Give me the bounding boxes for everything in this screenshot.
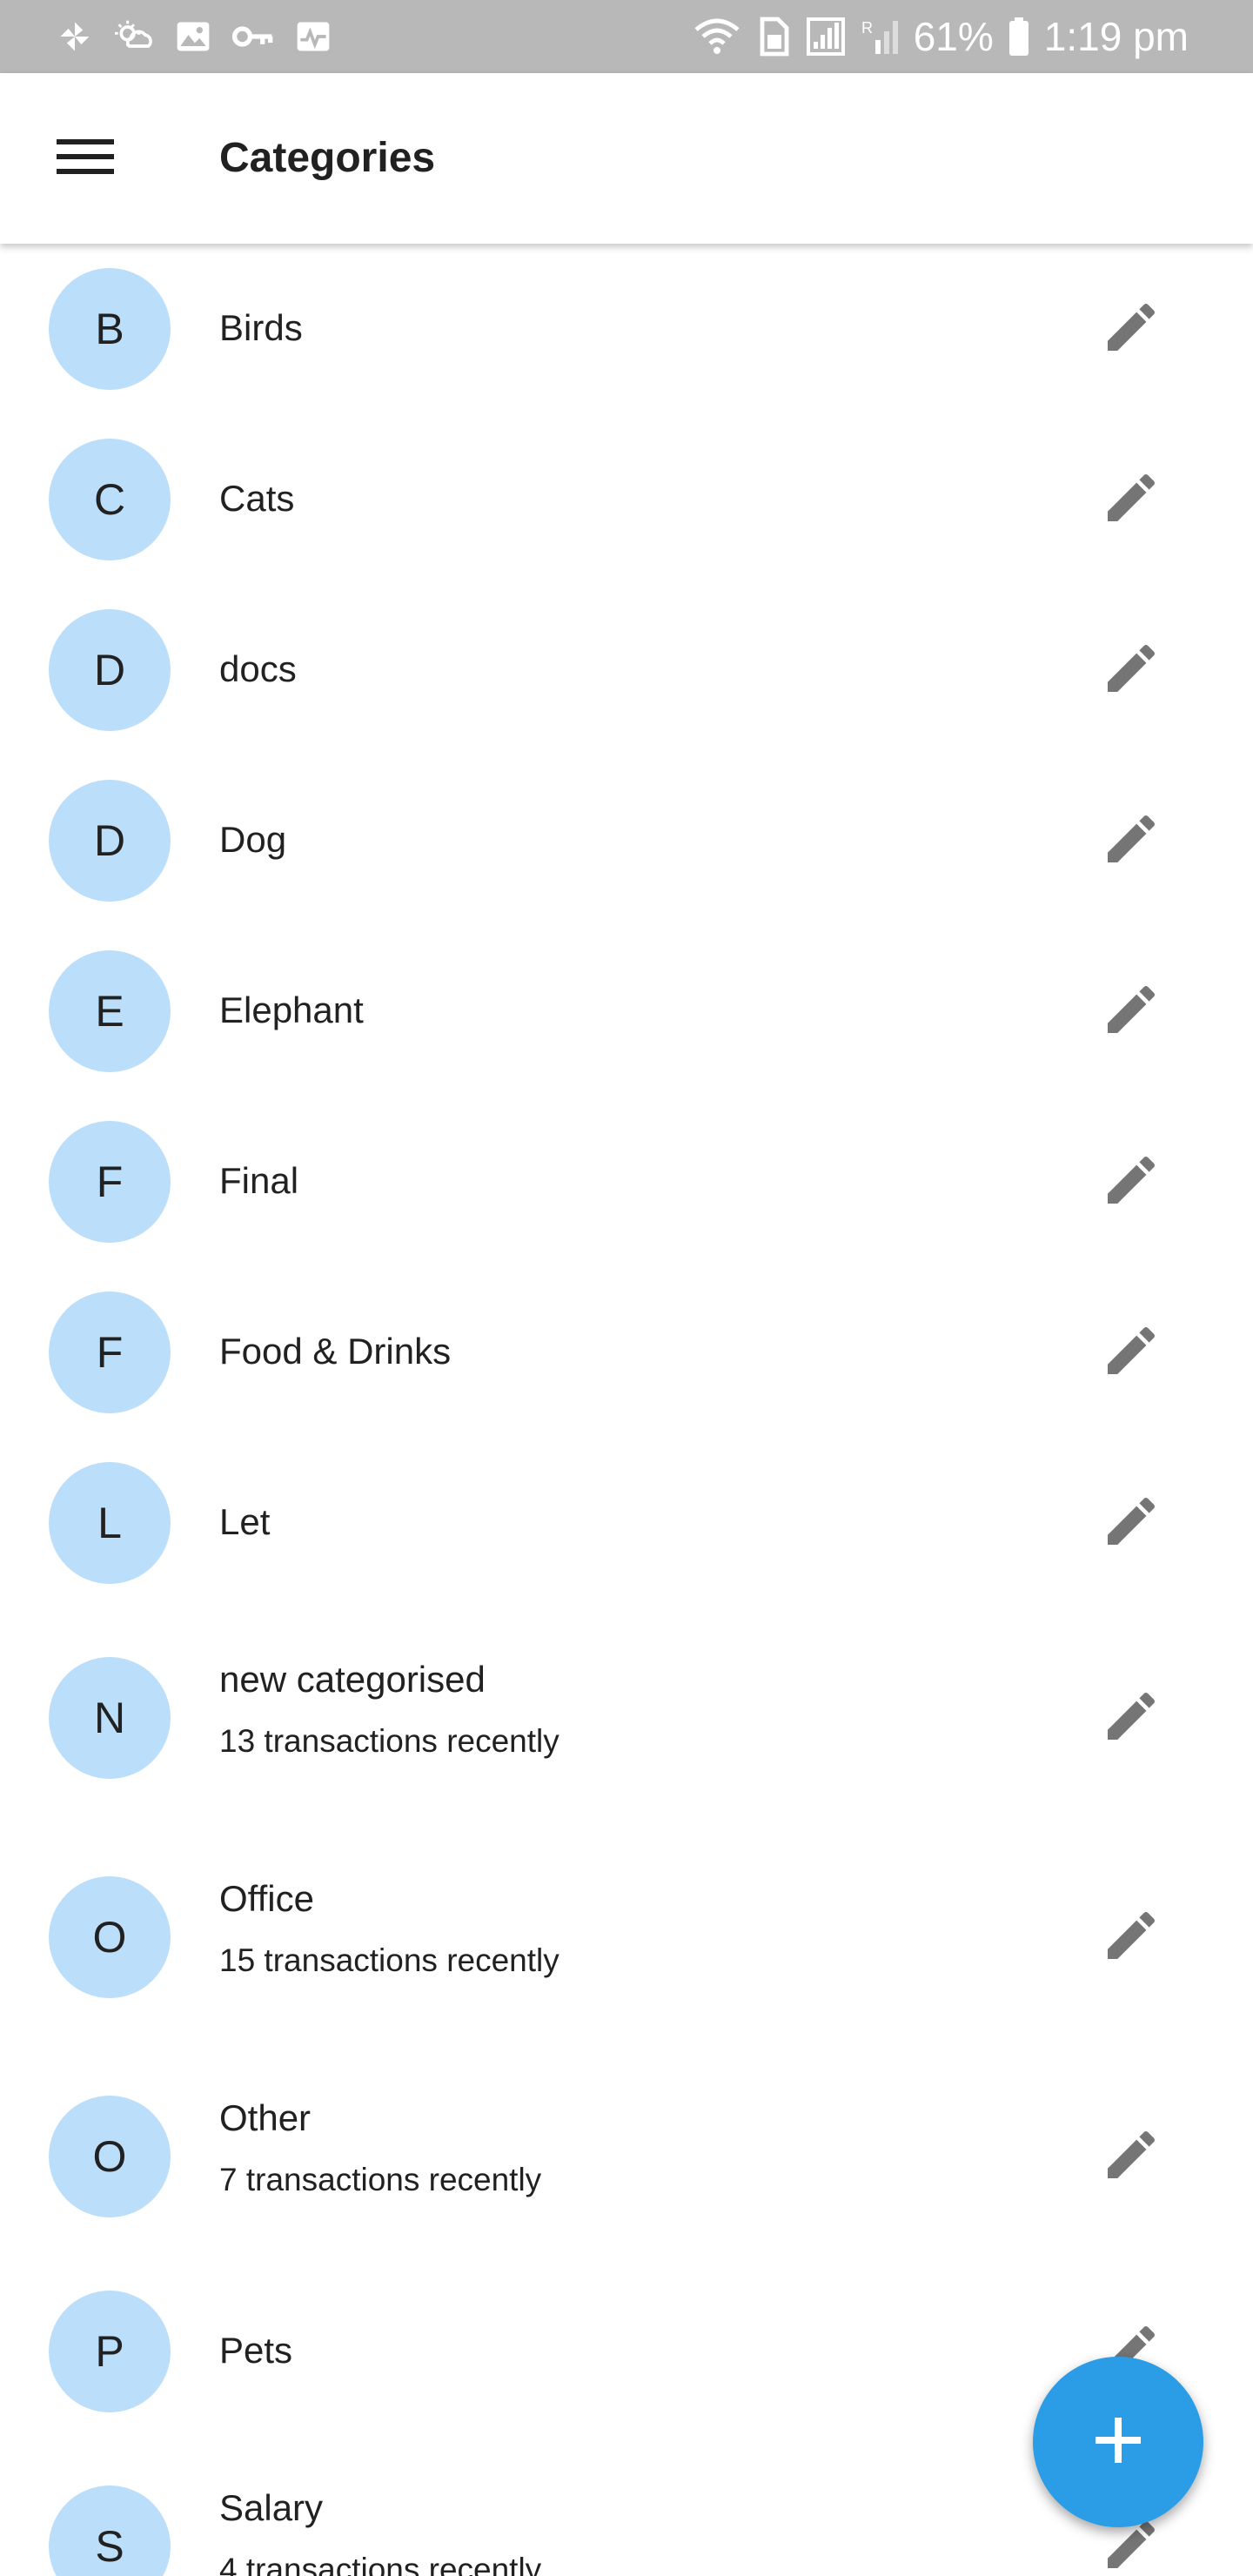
pencil-icon <box>1100 1319 1163 1386</box>
category-name: Other <box>219 2097 312 2138</box>
category-name: Dog <box>219 819 287 860</box>
weather-icon <box>113 17 155 56</box>
category-name: Food & Drinks <box>219 1331 452 1372</box>
category-avatar: C <box>49 439 171 560</box>
hamburger-menu-icon <box>57 136 114 182</box>
category-avatar: P <box>49 2291 171 2412</box>
category-row[interactable]: C Cats <box>0 414 1253 585</box>
pencil-icon <box>1100 466 1163 533</box>
edit-category-button[interactable] <box>1079 1471 1183 1575</box>
status-left-icons <box>56 16 332 57</box>
category-row[interactable]: Nnew categorised 13 transactions recently <box>0 1608 1253 1828</box>
pencil-icon <box>1100 808 1163 875</box>
category-row[interactable]: F Final <box>0 1097 1253 1267</box>
edit-category-button[interactable] <box>1079 447 1183 552</box>
category-avatar: E <box>49 950 171 1072</box>
status-right-icons: R 61% 1:19 pm <box>693 12 1189 61</box>
category-avatar: L <box>49 1462 171 1584</box>
key-icon <box>231 17 275 56</box>
category-transaction-count: 7 transactions recently <box>219 2162 542 2197</box>
category-name: Office <box>219 1878 314 1919</box>
svg-text:R: R <box>861 19 873 37</box>
edit-category-button[interactable] <box>1079 1130 1183 1234</box>
category-row[interactable]: E Elephant <box>0 926 1253 1097</box>
edit-category-button[interactable] <box>1079 959 1183 1063</box>
category-row[interactable]: B Birds <box>0 244 1253 414</box>
category-name: new categorised <box>219 1659 486 1700</box>
category-name: Birds <box>219 307 303 348</box>
page-title: Categories <box>219 135 436 181</box>
category-name: Final <box>219 1160 299 1201</box>
pencil-icon <box>1100 1904 1163 1971</box>
category-name: Elephant <box>219 989 364 1030</box>
category-name: Pets <box>219 2330 293 2371</box>
category-avatar: F <box>49 1121 171 1243</box>
category-name: Cats <box>219 478 295 519</box>
category-transaction-count: 4 transactions recently <box>219 2552 542 2576</box>
edit-category-button[interactable] <box>1079 277 1183 381</box>
status-time: 1:19 pm <box>1043 14 1189 59</box>
category-avatar: N <box>49 1657 171 1779</box>
sim-icon <box>755 16 790 57</box>
category-name: docs <box>219 648 297 689</box>
menu-button[interactable] <box>40 117 131 200</box>
pinwheel-icon <box>56 17 94 56</box>
edit-category-button[interactable] <box>1079 1885 1183 1989</box>
category-avatar: S <box>49 2485 171 2576</box>
pencil-icon <box>1100 2123 1163 2190</box>
category-avatar: F <box>49 1291 171 1413</box>
add-category-button[interactable] <box>1033 2357 1203 2527</box>
pencil-icon <box>1100 1149 1163 1216</box>
category-transaction-count: 15 transactions recently <box>219 1942 559 1978</box>
status-bar: R 61% 1:19 pm <box>0 0 1253 73</box>
plus-icon <box>1092 2414 1144 2471</box>
category-name: Let <box>219 1501 271 1542</box>
category-name: Salary <box>219 2487 324 2528</box>
wifi-icon <box>693 16 741 57</box>
image-icon <box>174 17 212 56</box>
edit-category-button[interactable] <box>1079 1300 1183 1405</box>
category-avatar: O <box>49 1876 171 1998</box>
pencil-icon <box>1100 1685 1163 1752</box>
pencil-icon <box>1100 637 1163 704</box>
edit-category-button[interactable] <box>1079 1666 1183 1770</box>
app-bar: Categories <box>0 73 1253 244</box>
category-row[interactable]: L Let <box>0 1438 1253 1608</box>
pencil-icon <box>1100 1490 1163 1557</box>
category-avatar: O <box>49 2096 171 2217</box>
battery-icon <box>1008 16 1030 57</box>
category-transaction-count: 13 transactions recently <box>219 1723 559 1759</box>
edit-category-button[interactable] <box>1079 618 1183 722</box>
pencil-icon <box>1100 978 1163 1045</box>
category-avatar: D <box>49 609 171 731</box>
category-row[interactable]: O Other 7 transactions recently <box>0 2047 1253 2266</box>
category-avatar: D <box>49 780 171 902</box>
pencil-icon <box>1100 296 1163 363</box>
category-row[interactable]: F Food & Drinks <box>0 1267 1253 1438</box>
category-row[interactable]: D Dog <box>0 755 1253 926</box>
edit-category-button[interactable] <box>1079 788 1183 893</box>
category-row[interactable]: Ddocs <box>0 585 1253 755</box>
category-avatar: B <box>49 268 171 390</box>
roaming-signal-icon: R <box>861 16 900 57</box>
activity-icon <box>294 17 332 56</box>
category-row[interactable]: O Office 15 transactions recently <box>0 1828 1253 2047</box>
battery-percentage: 61% <box>913 14 994 59</box>
signal-icon <box>804 16 848 57</box>
edit-category-button[interactable] <box>1079 2104 1183 2209</box>
category-list: B Birds C Cats Ddocs D Dog E Elephant F Final F Food… <box>0 244 1253 2576</box>
